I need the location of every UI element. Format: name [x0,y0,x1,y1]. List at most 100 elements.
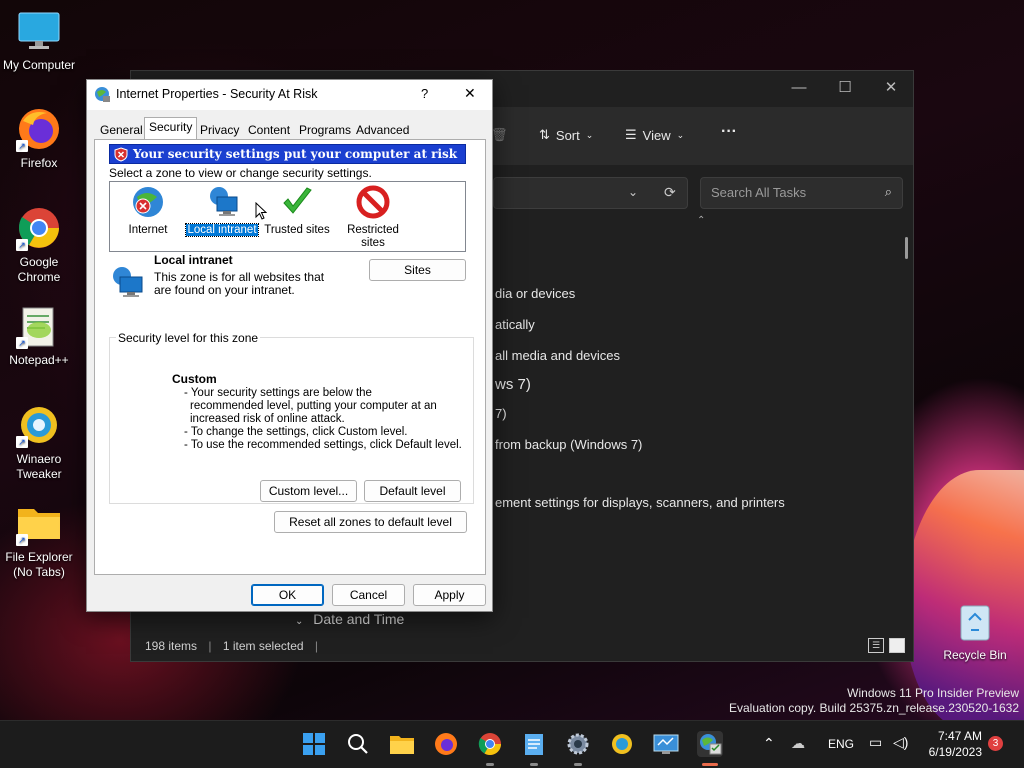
taskbar-control-panel[interactable] [653,731,679,757]
search-icon [348,734,368,754]
tab-security[interactable]: Security [144,117,198,140]
list-item[interactable]: all media and devices [495,348,620,363]
group-header-label: Date and Time [313,611,405,627]
list-item[interactable]: ement settings for displays, scanners, a… [495,495,785,510]
clock[interactable]: 7:47 AM 6/19/2023 [920,728,982,760]
security-tab-panel: Your security settings put your computer… [94,139,486,575]
chrome-icon: ↗ [16,205,62,251]
taskbar-winaero-tweaker[interactable] [609,731,635,757]
ok-button[interactable]: OK [251,584,324,606]
minimize-icon[interactable]: — [777,77,821,99]
taskbar-settings[interactable] [565,731,591,757]
chevron-down-icon[interactable]: ⌄ [628,185,638,199]
help-button[interactable]: ? [421,86,428,101]
scroll-up-icon[interactable]: ⌃ [697,215,705,226]
view-label: View [642,127,671,143]
taskbar-file-explorer[interactable] [389,731,415,757]
taskbar-firefox[interactable] [433,731,459,757]
list-item[interactable]: 7) [495,406,507,421]
group-header[interactable]: ⌄ Date and Time [295,611,461,633]
list-item[interactable]: from backup (Windows 7) [495,437,642,452]
scrollbar-thumb[interactable] [905,237,908,259]
taskbar-notepad[interactable] [521,731,547,757]
zone-label: Local intranet [185,223,259,237]
address-bar[interactable]: ⌄ ⟳ [493,177,688,209]
zone-list[interactable]: Internet Local intranet Trusted sites Re… [109,181,466,252]
volume-icon[interactable]: ◁) [893,734,908,751]
monitor-icon [16,8,62,54]
onedrive-icon[interactable]: ☁ [791,735,805,752]
delete-button[interactable]: 🗑 [491,127,508,143]
zone-restricted-sites[interactable]: Restricted sites [338,185,408,250]
tab-content[interactable]: Content [243,120,295,140]
desktop-icon-file-explorer[interactable]: ↗ File Explorer (No Tabs) [1,500,77,580]
winaero-tweaker-icon [612,734,632,754]
list-item[interactable]: dia or devices [495,286,575,301]
default-level-button[interactable]: Default level [364,480,461,502]
list-item[interactable]: ws 7) [495,376,531,393]
gear-icon [567,733,589,755]
desktop-icon-label: Notepad++ [9,353,69,367]
firefox-icon: ↗ [16,106,62,152]
running-indicator [486,763,494,766]
desktop-icon-chrome[interactable]: ↗ Google Chrome [1,205,77,285]
more-options-button[interactable]: ··· [721,123,737,141]
tab-programs[interactable]: Programs [294,120,356,140]
desktop-icon-notepadpp[interactable]: ↗ Notepad++ [1,303,77,368]
shortcut-arrow-icon: ↗ [16,140,28,152]
sort-button[interactable]: ⇅ Sort ⌄ [539,127,593,143]
zone-local-intranet[interactable]: Local intranet [185,185,259,237]
start-button[interactable] [301,731,327,757]
details-view-icon[interactable]: ☰ [868,638,884,653]
language-indicator[interactable]: ENG [828,737,854,751]
clock-time: 7:47 AM [937,729,982,743]
dialog-titlebar[interactable]: Internet Properties - Security At Risk ?… [87,80,492,110]
internet-globe-icon [133,187,163,217]
refresh-icon[interactable]: ⟳ [664,184,676,201]
taskbar-chrome[interactable] [477,731,503,757]
selected-zone-icon [110,265,144,302]
tiles-view-icon[interactable] [889,638,905,653]
intranet-computer-icon [210,187,238,216]
tab-privacy[interactable]: Privacy [195,120,244,140]
security-level-name: Custom [172,372,217,386]
search-icon: ⌕ [884,184,892,199]
view-icon: ☰ [625,127,637,142]
list-item[interactable]: atically [495,317,535,332]
taskbar-internet-properties[interactable] [697,731,723,757]
status-bar: 198 items | 1 item selected | ☰ [131,631,913,661]
tab-advanced[interactable]: Advanced [351,120,414,140]
close-icon[interactable]: ✕ [869,77,913,99]
selected-zone-description: This zone is for all websites that are f… [154,270,325,297]
sort-icon: ⇅ [539,127,550,142]
zone-internet[interactable]: Internet [120,185,176,236]
maximize-icon[interactable]: ☐ [823,77,867,99]
tab-general[interactable]: General [95,120,148,140]
reset-all-zones-button[interactable]: Reset all zones to default level [274,511,467,533]
custom-level-button[interactable]: Custom level... [260,480,357,502]
search-input[interactable]: Search All Tasks ⌕ [700,177,903,209]
close-icon[interactable]: ✕ [464,85,476,102]
search-placeholder: Search All Tasks [711,185,807,200]
notification-badge[interactable]: 3 [988,736,1003,751]
taskbar: ⌃ ☁ ENG ▭ ◁) 7:47 AM 6/19/2023 3 [0,720,1024,768]
shield-warning-icon [114,147,128,167]
zone-trusted-sites[interactable]: Trusted sites [264,185,330,236]
zone-label: Restricted sites [347,224,399,249]
cancel-button[interactable]: Cancel [332,584,405,606]
show-hidden-icons-chevron-icon[interactable]: ⌃ [763,735,775,752]
apply-button[interactable]: Apply [413,584,486,606]
sites-button[interactable]: Sites [369,259,466,281]
selected-zone-name: Local intranet [154,253,233,267]
checkmark-icon [283,187,312,214]
network-icon[interactable]: ▭ [869,734,882,751]
desktop-icon-my-computer[interactable]: My Computer [1,8,77,73]
desktop-icon-recycle-bin[interactable]: Recycle Bin [937,598,1013,663]
view-button[interactable]: ☰ View ⌄ [625,127,684,143]
item-count: 198 items [145,639,198,653]
zone-label: Internet [128,224,168,236]
desktop-icon-firefox[interactable]: ↗ Firefox [1,106,77,171]
search-button[interactable] [345,731,371,757]
internet-properties-dialog[interactable]: Internet Properties - Security At Risk ?… [86,79,493,612]
desktop-icon-winaero[interactable]: ↗ Winaero Tweaker [1,402,77,482]
